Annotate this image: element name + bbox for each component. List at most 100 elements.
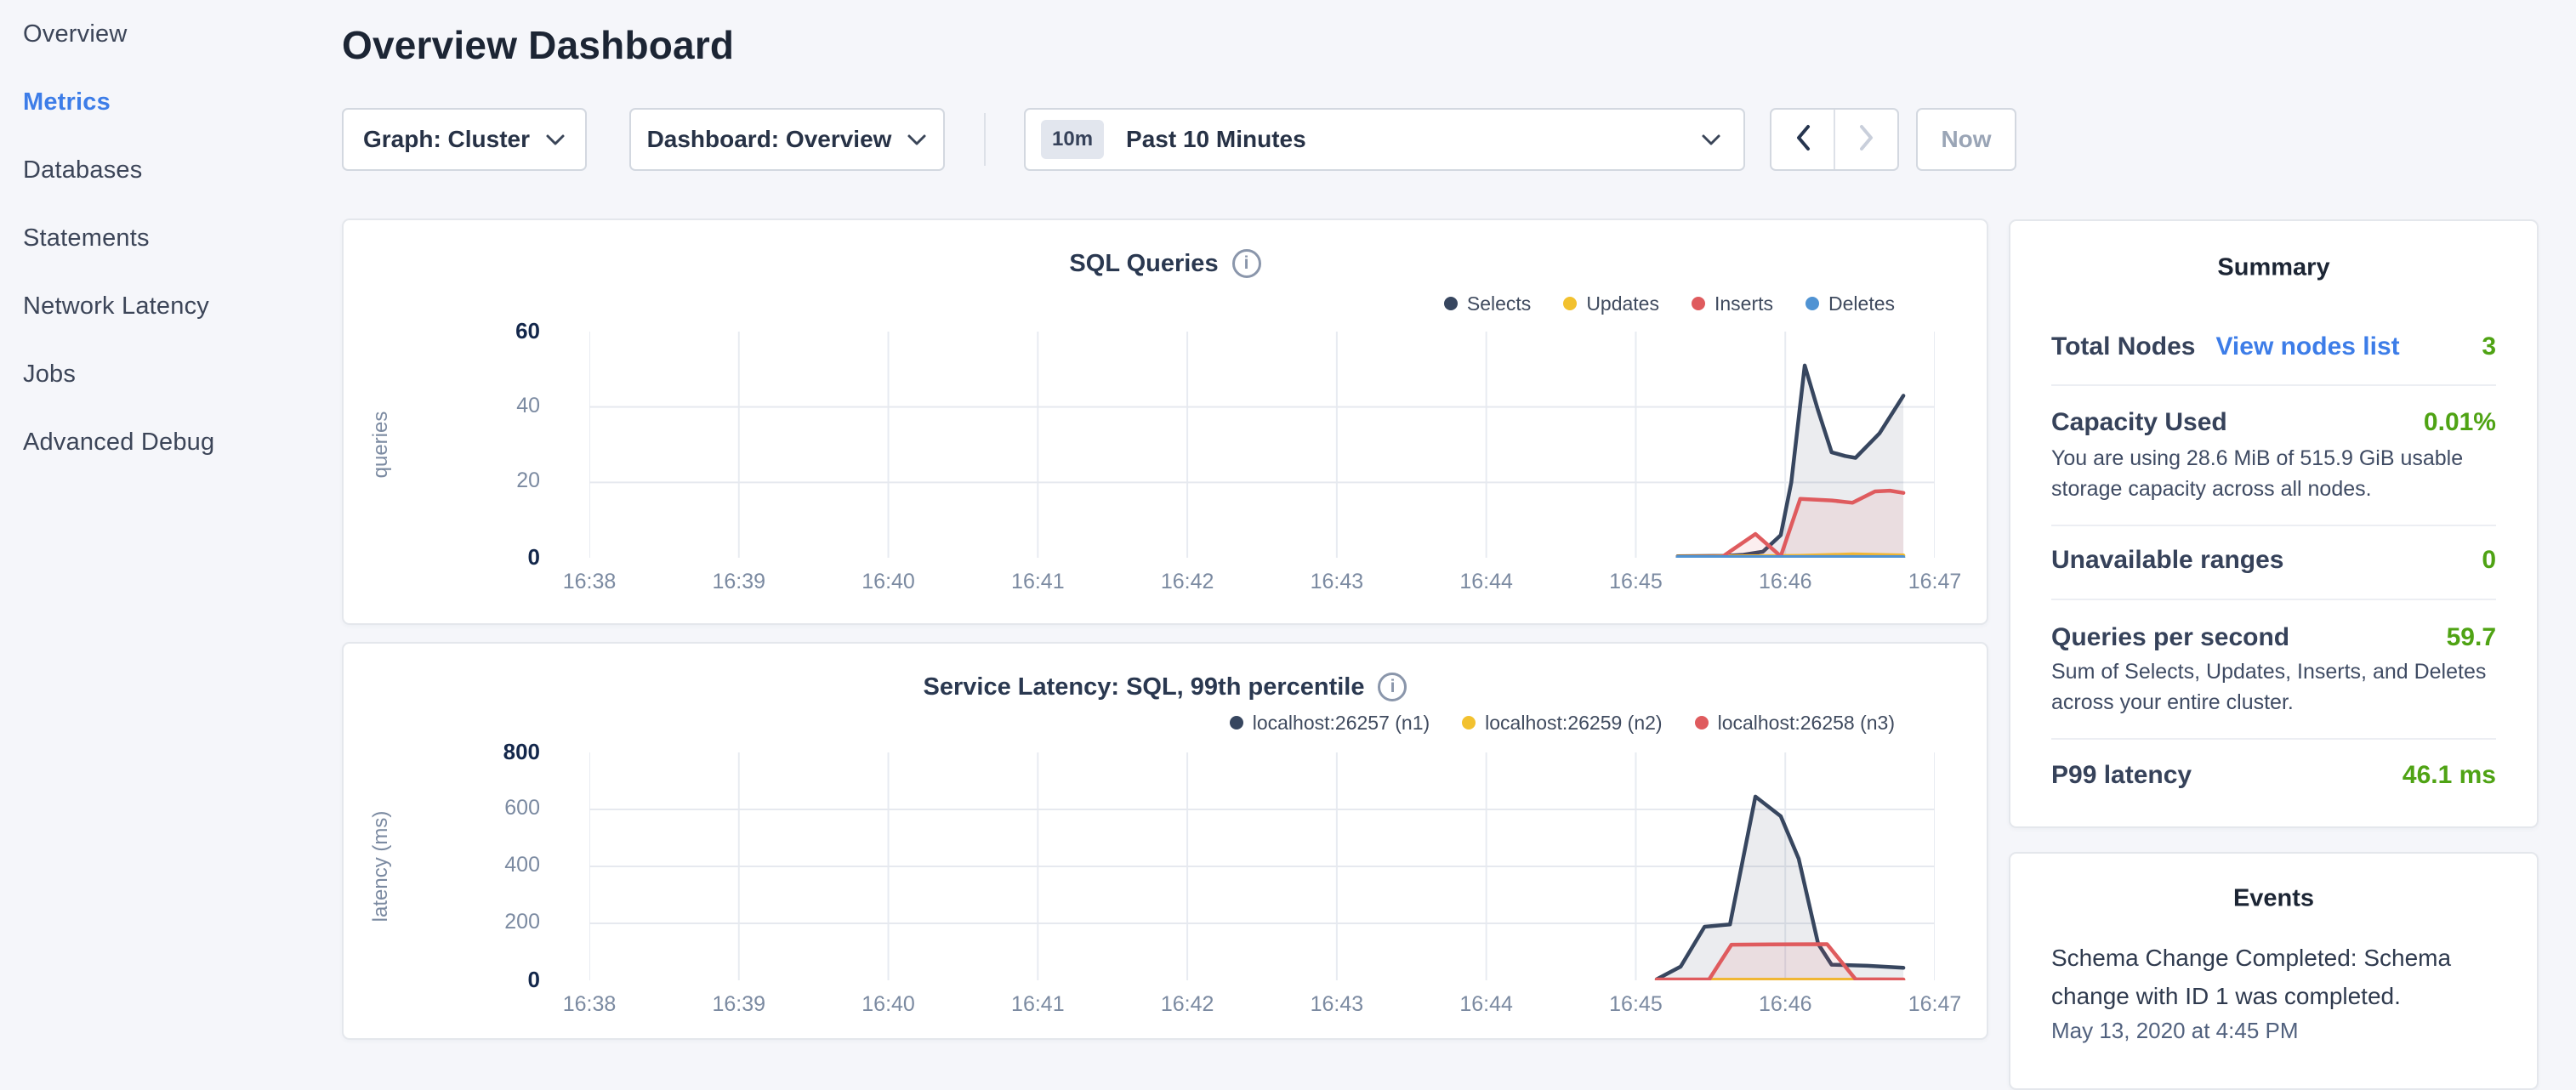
sidebar-item-statements[interactable]: Statements [0,204,332,272]
x-axis-tick-label: 16:40 [829,992,948,1017]
qps-label: Queries per second [2051,623,2289,652]
legend-item[interactable]: localhost:26257 (n1) [1230,712,1430,735]
x-axis-tick-label: 16:42 [1128,570,1247,594]
legend-dot-icon [1444,297,1458,310]
chevron-right-icon [1858,123,1875,156]
y-axis-unit-label: queries [369,412,393,479]
summary-row-total-nodes: Total Nodes View nodes list 3 [2051,332,2496,361]
chart-title-service-latency: Service Latency: SQL, 99th percentile [924,673,1365,701]
x-axis-tick-label: 16:39 [680,570,799,594]
now-button[interactable]: Now [1916,108,2016,171]
x-axis-tick-label: 16:45 [1576,570,1695,594]
page-title: Overview Dashboard [342,22,734,68]
x-axis-tick-label: 16:44 [1427,570,1546,594]
unavailable-ranges-label: Unavailable ranges [2051,546,2283,575]
service-latency-plot[interactable] [589,752,1935,980]
events-title: Events [2010,885,2537,913]
x-axis-tick-label: 16:45 [1576,992,1695,1017]
legend-dot-icon [1462,716,1476,730]
summary-panel: Summary Total Nodes View nodes list 3 Ca… [2009,219,2539,828]
sidebar-item-network-latency[interactable]: Network Latency [0,272,332,340]
chart-legend: Selects Updates Inserts Deletes [589,288,1895,319]
sidebar-item-metrics[interactable]: Metrics [0,68,332,136]
x-axis-tick-label: 16:47 [1875,570,1994,594]
legend-label: Inserts [1714,292,1773,315]
legend-item[interactable]: Inserts [1692,292,1773,315]
summary-row-capacity: Capacity Used 0.01% [2051,408,2496,437]
x-axis-tick-label: 16:41 [978,570,1097,594]
legend-label: localhost:26259 (n2) [1485,712,1662,735]
x-axis-tick-label: 16:39 [680,992,799,1017]
legend-item[interactable]: localhost:26258 (n3) [1695,712,1895,735]
legend-dot-icon [1805,297,1819,310]
sidebar-item-jobs[interactable]: Jobs [0,340,332,408]
sidebar-item-advanced-debug[interactable]: Advanced Debug [0,408,332,476]
time-range-label: Past 10 Minutes [1126,126,1701,153]
p99-latency-value: 46.1 ms [2403,761,2496,790]
sql-queries-plot[interactable] [589,332,1935,558]
qps-description: Sum of Selects, Updates, Inserts, and De… [2051,656,2499,718]
event-timestamp: May 13, 2020 at 4:45 PM [2051,1018,2299,1044]
event-message: Schema Change Completed: Schema change w… [2051,939,2511,1015]
summary-title: Summary [2010,254,2537,282]
info-icon[interactable]: i [1378,673,1407,701]
legend-label: localhost:26258 (n3) [1718,712,1895,735]
x-axis-tick-label: 16:41 [978,992,1097,1017]
y-axis-tick-label: 400 [421,853,540,877]
legend-dot-icon [1230,716,1243,730]
x-axis-tick-label: 16:43 [1277,570,1396,594]
sidebar-item-overview[interactable]: Overview [0,0,332,68]
time-step-back-button[interactable] [1771,110,1835,169]
info-icon[interactable]: i [1232,249,1261,278]
time-step-forward-button[interactable] [1835,110,1897,169]
chevron-down-icon [545,133,566,146]
chart-canvas [589,752,1935,980]
y-axis-unit-label: latency (ms) [369,811,393,923]
legend-label: Updates [1586,292,1659,315]
divider [2051,384,2496,386]
view-nodes-list-link[interactable]: View nodes list [2215,332,2399,361]
x-axis-tick-label: 16:42 [1128,992,1247,1017]
summary-row-qps: Queries per second 59.7 [2051,623,2496,652]
chevron-down-icon [1701,133,1721,146]
y-axis-tick-label: 800 [421,739,540,765]
legend-item[interactable]: Updates [1563,292,1659,315]
chart-legend: localhost:26257 (n1) localhost:26259 (n2)… [589,707,1895,738]
chart-title-sql-queries: SQL Queries [1069,250,1218,278]
x-axis-tick-label: 16:43 [1277,992,1396,1017]
y-axis-tick-label: 40 [421,394,540,418]
toolbar-divider [984,113,986,166]
x-axis-tick-label: 16:40 [829,570,948,594]
total-nodes-label: Total Nodes [2051,332,2195,361]
sidebar: Overview Metrics Databases Statements Ne… [0,0,332,1051]
y-axis-tick-label: 0 [421,544,540,571]
qps-value: 59.7 [2447,623,2496,652]
legend-item[interactable]: Deletes [1805,292,1895,315]
events-panel: Events Schema Change Completed: Schema c… [2009,852,2539,1090]
y-axis-tick-label: 600 [421,796,540,820]
legend-label: Deletes [1828,292,1895,315]
y-axis-tick-label: 20 [421,468,540,493]
unavailable-ranges-value: 0 [2482,546,2496,575]
x-axis-tick-label: 16:38 [530,992,649,1017]
chart-canvas [589,332,1935,558]
time-step-buttons [1770,108,1899,171]
time-range-selector[interactable]: 10m Past 10 Minutes [1024,108,1745,171]
divider [2051,599,2496,600]
legend-item[interactable]: Selects [1444,292,1531,315]
dashboard-label: Dashboard: Overview [647,126,892,153]
x-axis-tick-label: 16:46 [1726,992,1845,1017]
divider [2051,525,2496,526]
chevron-left-icon [1794,123,1811,156]
summary-row-unavailable-ranges: Unavailable ranges 0 [2051,546,2496,575]
dashboard-dropdown[interactable]: Dashboard: Overview [629,108,945,171]
chevron-down-icon [907,133,927,146]
x-axis-tick-label: 16:44 [1427,992,1546,1017]
sidebar-item-databases[interactable]: Databases [0,136,332,204]
x-axis-tick-label: 16:38 [530,570,649,594]
graph-scope-dropdown[interactable]: Graph: Cluster [342,108,587,171]
divider [2051,738,2496,740]
now-button-label: Now [1941,126,1991,153]
legend-label: Selects [1467,292,1531,315]
legend-item[interactable]: localhost:26259 (n2) [1462,712,1662,735]
